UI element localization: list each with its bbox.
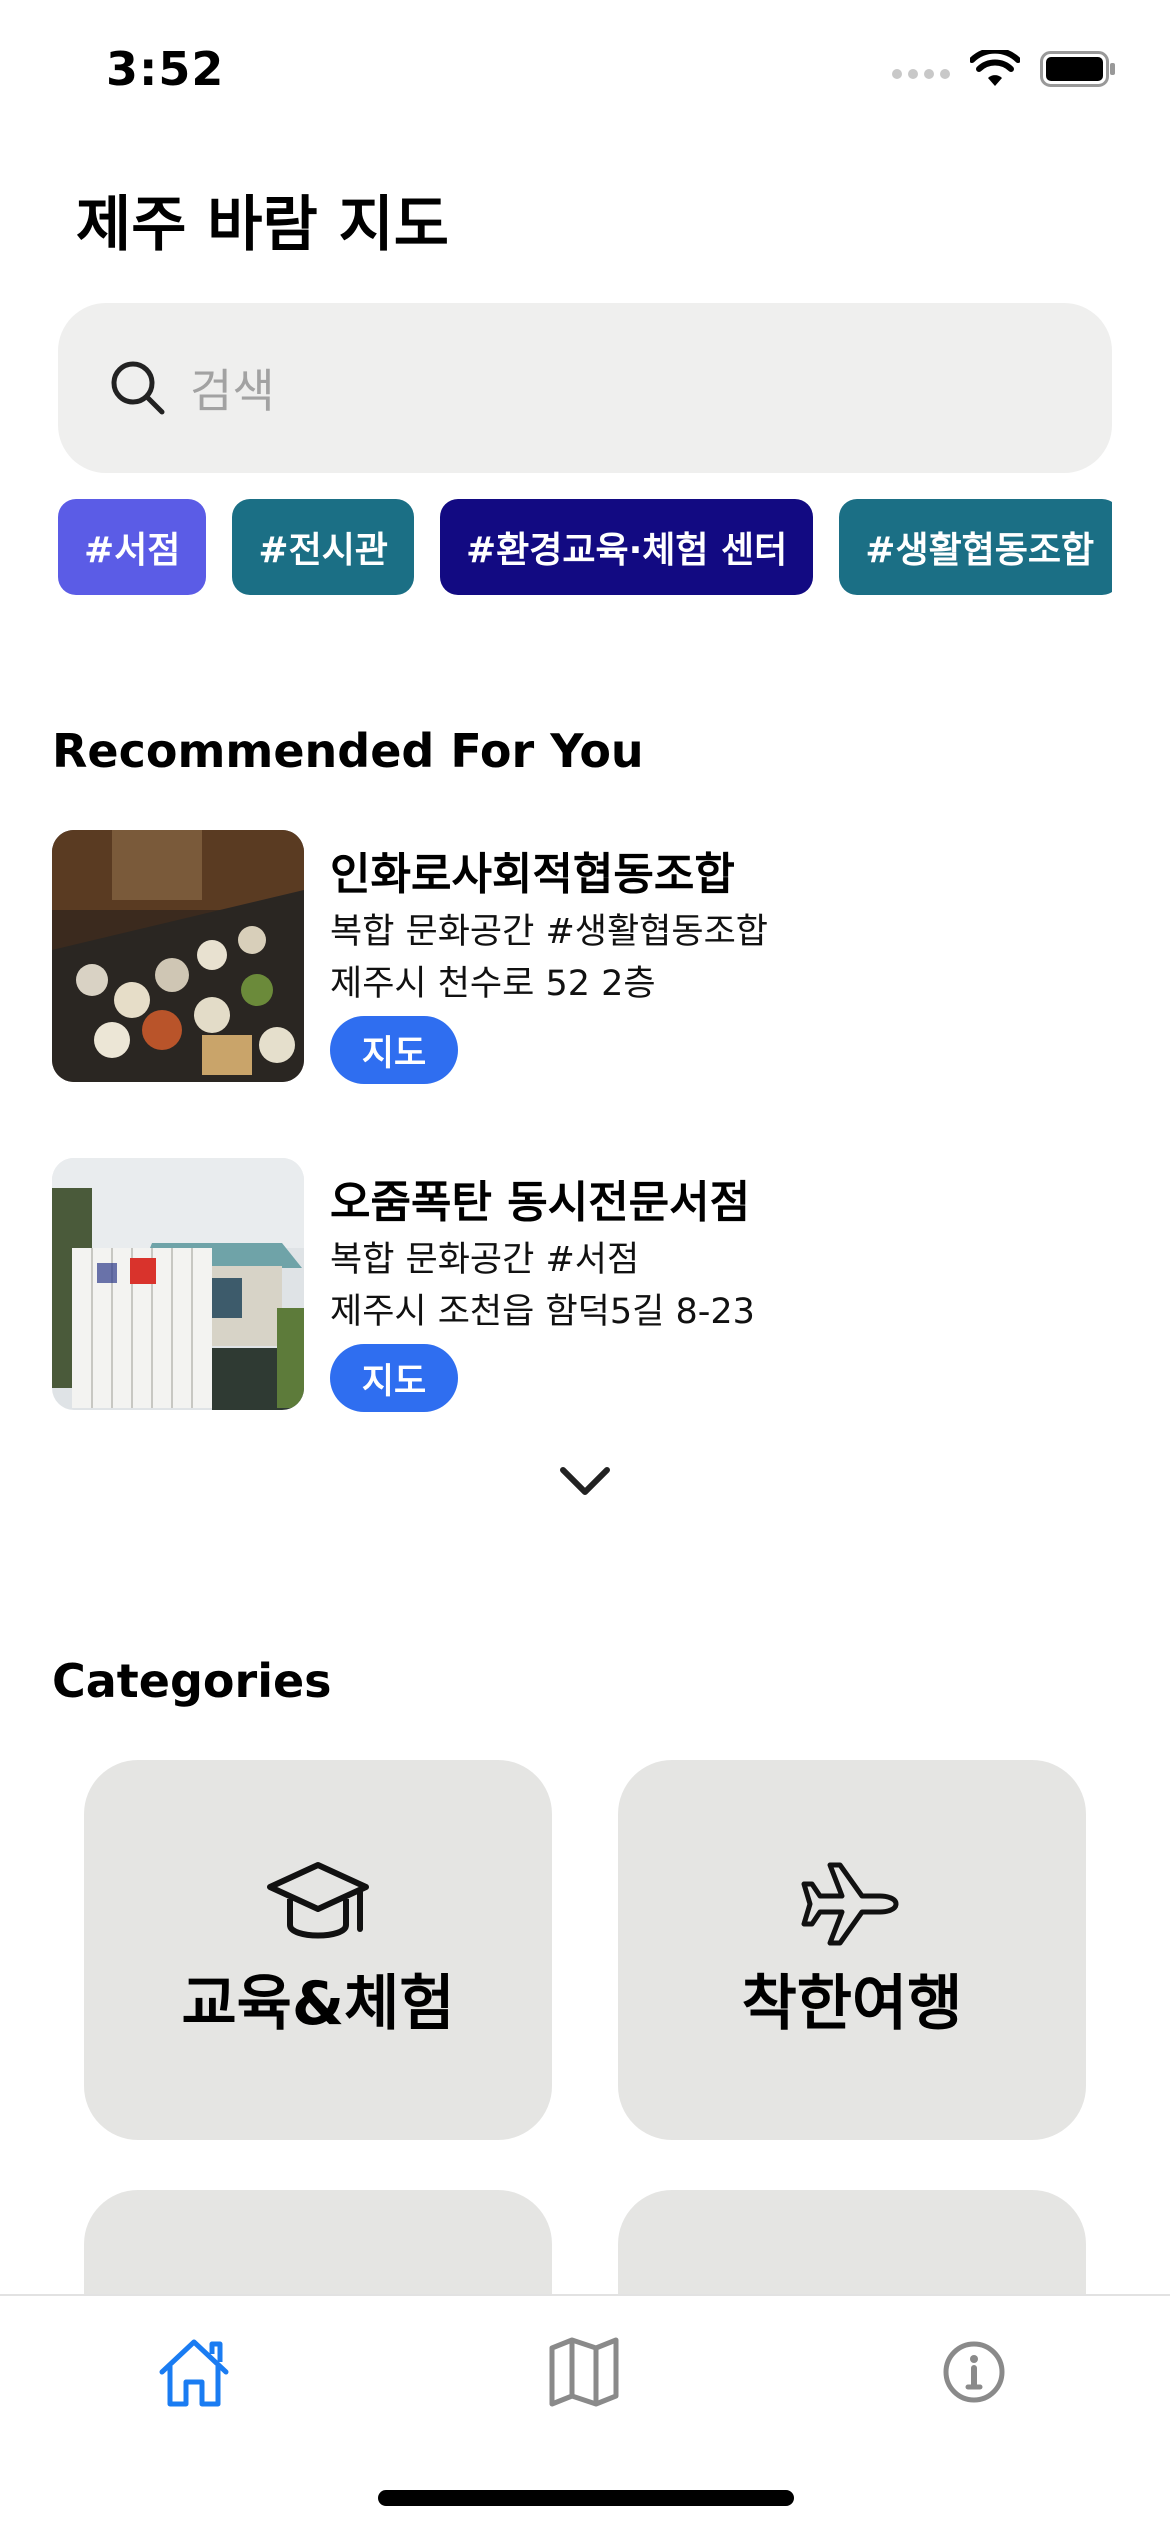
map-button[interactable]: 지도	[330, 1344, 458, 1412]
page-title: 제주 바람 지도	[76, 190, 449, 260]
graduation-cap-icon	[267, 1861, 369, 1938]
restaurant-photo	[52, 830, 304, 1082]
search-placeholder: 검색	[190, 364, 275, 418]
list-item[interactable]: 오줌폭탄 동시전문서점 복합 문화공간 #서점 제주시 조천읍 함덕5길 8-2…	[52, 1158, 1112, 1414]
categories-title: Categories	[52, 1654, 332, 1708]
home-icon[interactable]	[154, 2332, 234, 2412]
place-address: 제주시 천수로 52 2층	[330, 964, 656, 1004]
category-card-travel[interactable]: 착한여행	[618, 1760, 1086, 2140]
place-address: 제주시 조천읍 함덕5길 8-23	[330, 1292, 755, 1332]
chevron-down-icon[interactable]	[555, 1458, 615, 1502]
list-item-info: 인화로사회적협동조합 복합 문화공간 #생활협동조합 제주시 천수로 52 2층…	[330, 844, 768, 1084]
category-label: 교육&체험	[181, 1968, 455, 2039]
place-category: 복합 문화공간 #생활협동조합	[330, 912, 768, 952]
place-name: 인화로사회적협동조합	[330, 849, 735, 900]
place-category: 복합 문화공간 #서점	[330, 1240, 640, 1280]
bookstore-photo	[52, 1158, 304, 1410]
airplane-icon	[801, 1862, 899, 1945]
status-icons	[892, 50, 1116, 88]
cellular-signal-icon	[892, 69, 950, 79]
wifi-icon	[970, 50, 1020, 86]
place-name: 오줌폭탄 동시전문서점	[330, 1177, 751, 1228]
list-item-info: 오줌폭탄 동시전문서점 복합 문화공간 #서점 제주시 조천읍 함덕5길 8-2…	[330, 1172, 755, 1412]
battery-icon	[1040, 51, 1115, 87]
map-button[interactable]: 지도	[330, 1016, 458, 1084]
map-icon[interactable]	[544, 2332, 624, 2412]
search-input[interactable]: 검색	[58, 303, 1112, 473]
status-time: 3:52	[106, 42, 225, 96]
category-label: 착한여행	[741, 1968, 963, 2039]
tag-chip-gallery[interactable]: #전시관	[232, 499, 414, 595]
home-indicator	[378, 2490, 794, 2506]
tag-chip-coop[interactable]: #생활협동조합	[839, 499, 1112, 595]
tag-chip-environment-center[interactable]: #환경교육·체험 센터	[439, 499, 814, 595]
list-item[interactable]: 인화로사회적협동조합 복합 문화공간 #생활협동조합 제주시 천수로 52 2층…	[52, 830, 1112, 1086]
info-icon[interactable]	[934, 2332, 1014, 2412]
category-card-education[interactable]: 교육&체험	[84, 1760, 552, 2140]
screen: 3:52 제주 바람 지도 검색 #서점 #전시관 #환경교육·체험 센터 #생…	[0, 0, 1170, 2532]
recommended-title: Recommended For You	[52, 724, 644, 778]
tag-chip-row: #서점 #전시관 #환경교육·체험 센터 #생활협동조합	[58, 499, 1112, 595]
tag-chip-bookstore[interactable]: #서점	[58, 499, 207, 595]
search-icon	[111, 361, 165, 415]
